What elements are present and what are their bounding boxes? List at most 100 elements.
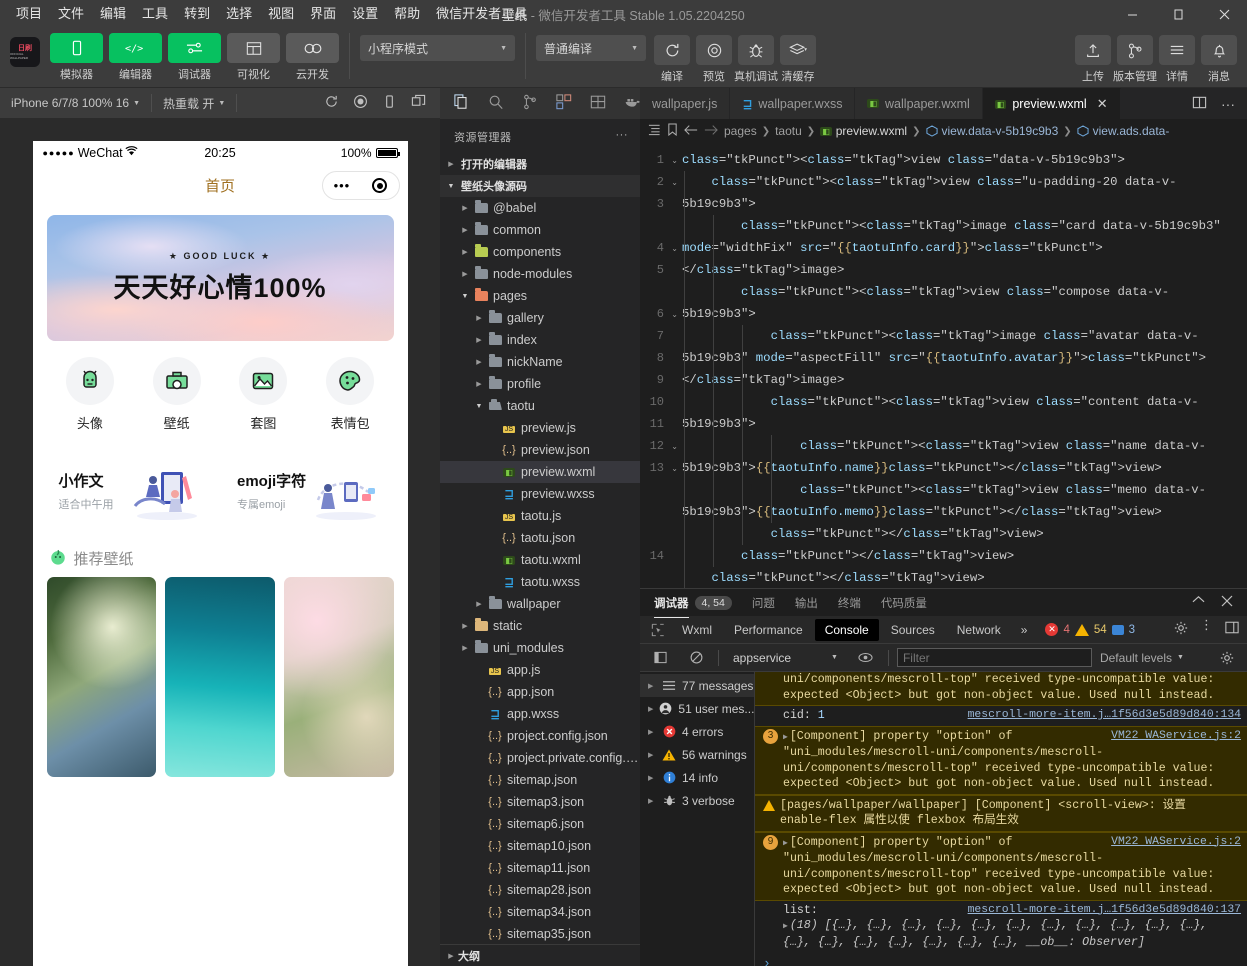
devtools-tab-Sources[interactable]: Sources <box>881 619 945 641</box>
console-filter-input[interactable] <box>897 648 1092 667</box>
menu-item-0[interactable]: 项目 <box>8 3 50 25</box>
tree-item-preview.wxss[interactable]: ⊒ preview.wxss <box>440 483 640 505</box>
breadcrumb-item-4[interactable]: view.ads.data- <box>1077 124 1170 138</box>
devtools-tab-Network[interactable]: Network <box>947 619 1011 641</box>
devtools-tab-Console[interactable]: Console <box>815 619 879 641</box>
wallpaper-thumb-2[interactable] <box>165 577 275 777</box>
debugger-tab-调试器[interactable]: 调试器 <box>654 595 689 611</box>
capsule-button[interactable]: ••• <box>322 171 400 200</box>
tree-item-index[interactable]: ▶ index <box>440 329 640 351</box>
inspect-element-icon[interactable] <box>644 623 672 637</box>
maximize-icon[interactable] <box>1155 0 1201 28</box>
tree-item-project.private.config.js...[interactable]: {..} project.private.config.js... <box>440 747 640 769</box>
sidebar-toggle-icon[interactable] <box>646 651 674 664</box>
message-group-4 errors[interactable]: ▶ 4 errors <box>640 720 754 743</box>
toolbar-button-可视化[interactable]: 可视化 <box>227 33 280 82</box>
wallpaper-thumb-3[interactable] <box>284 577 394 777</box>
files-icon[interactable] <box>454 94 470 113</box>
debugger-tab-代码质量[interactable]: 代码质量 <box>881 595 927 611</box>
forward-arrow-icon[interactable] <box>704 124 718 139</box>
tree-item-taotu.wxss[interactable]: ⊒ taotu.wxss <box>440 571 640 593</box>
breadcrumb-item-2[interactable]: ◧preview.wxml <box>820 124 907 138</box>
message-group-51 user mes...[interactable]: ▶ 51 user mes... <box>640 697 754 720</box>
console-entry-3[interactable]: [pages/wallpaper/wallpaper] [Component] … <box>755 795 1247 832</box>
message-group-56 warnings[interactable]: ▶ 56 warnings <box>640 743 754 766</box>
menu-item-9[interactable]: 帮助 <box>386 3 428 25</box>
dock-icon[interactable] <box>1225 621 1239 638</box>
console-source-link[interactable]: VM22 WAService.js:2 <box>1111 729 1241 745</box>
fold-chevron-icon[interactable]: ⌄ <box>669 156 678 165</box>
console-entry-5[interactable]: mescroll-more-item.j…1f56d3e5d89d840:137… <box>755 901 1247 953</box>
expand-arrow-icon[interactable]: ▶ <box>783 839 788 848</box>
quick-action-套图[interactable]: 套图 <box>232 357 294 432</box>
extensions-icon[interactable] <box>556 94 572 113</box>
tree-item-sitemap11.json[interactable]: {..} sitemap11.json <box>440 857 640 879</box>
toolbar-action-真机调试[interactable]: 真机调试 <box>738 33 774 84</box>
tree-item-preview.json[interactable]: {..} preview.json <box>440 439 640 461</box>
more-actions-icon[interactable]: ··· <box>1221 96 1235 112</box>
wallpaper-thumb-1[interactable] <box>47 577 157 777</box>
close-circle-icon[interactable] <box>372 178 387 193</box>
close-icon[interactable] <box>1201 0 1247 28</box>
editor-tab-wallpaper.js[interactable]: wallpaper.js <box>640 88 730 119</box>
editor-tab-wallpaper.wxss[interactable]: ⊒ wallpaper.wxss <box>730 88 855 119</box>
eye-icon[interactable] <box>852 652 880 663</box>
devtools-overflow[interactable]: » <box>1011 619 1038 641</box>
tree-item-sitemap28.json[interactable]: {..} sitemap28.json <box>440 879 640 901</box>
toolbar-action-版本管理[interactable]: 版本管理 <box>1117 33 1153 84</box>
gear-icon[interactable] <box>1174 621 1188 638</box>
code-editor[interactable]: 1 ⌄ 2 ⌄ 3 4 ⌄ 5 6 ⌄ 7 8 9 10 <box>640 143 1247 588</box>
toolbar-button-调试器[interactable]: 调试器 <box>168 33 221 82</box>
source-control-icon[interactable] <box>522 94 538 113</box>
tree-item-components[interactable]: ▶ components <box>440 241 640 263</box>
tree-item-common[interactable]: ▶ common <box>440 219 640 241</box>
quick-action-头像[interactable]: 头像 <box>59 357 121 432</box>
feature-card-1[interactable]: 小作文 适合中午用 <box>47 458 216 534</box>
quick-action-表情包[interactable]: 表情包 <box>319 357 381 432</box>
record-icon[interactable] <box>353 94 368 112</box>
bookmark-icon[interactable] <box>667 123 678 139</box>
tree-item-sitemap10.json[interactable]: {..} sitemap10.json <box>440 835 640 857</box>
editor-tab-wallpaper.wxml[interactable]: ◧ wallpaper.wxml <box>855 88 982 119</box>
console-entry-0[interactable]: uni/components/mescroll-top" received ty… <box>755 672 1247 706</box>
explorer-section-1[interactable]: ▼ 壁纸头像源码 <box>440 175 640 197</box>
tree-item-node-modules[interactable]: ▶ node-modules <box>440 263 640 285</box>
rotate-icon[interactable] <box>382 94 397 112</box>
console-entry-1[interactable]: mescroll-more-item.j…1f56d3e5d89d840:134… <box>755 706 1247 726</box>
toolbar-action-编译[interactable]: 编译 <box>654 33 690 84</box>
tree-item-app.json[interactable]: {..} app.json <box>440 681 640 703</box>
feature-card-2[interactable]: emoji字符 专属emoji <box>225 458 394 534</box>
menu-item-4[interactable]: 转到 <box>176 3 218 25</box>
tree-item-taotu.wxml[interactable]: ◧ taotu.wxml <box>440 549 640 571</box>
fold-chevron-icon[interactable]: ⌄ <box>669 464 678 473</box>
menu-item-5[interactable]: 选择 <box>218 3 260 25</box>
toolbar-action-消息[interactable]: 消息 <box>1201 33 1237 84</box>
toolbar-button-云开发[interactable]: 云开发 <box>286 33 339 82</box>
explorer-more-icon[interactable]: ··· <box>616 129 629 145</box>
menu-item-7[interactable]: 界面 <box>302 3 344 25</box>
breadcrumb-item-1[interactable]: taotu <box>775 124 802 138</box>
quick-action-壁纸[interactable]: 壁纸 <box>146 357 208 432</box>
split-editor-icon[interactable] <box>1192 95 1207 113</box>
tree-item-sitemap6.json[interactable]: {..} sitemap6.json <box>440 813 640 835</box>
tree-item-@babel[interactable]: ▶ @babel <box>440 197 640 219</box>
debugger-tab-输出[interactable]: 输出 <box>795 595 818 611</box>
outline-section[interactable]: ▶ 大纲 <box>440 944 640 966</box>
tree-item-profile[interactable]: ▶ profile <box>440 373 640 395</box>
close-icon[interactable] <box>1221 595 1233 610</box>
console-source-link[interactable]: mescroll-more-item.j…1f56d3e5d89d840:134 <box>968 708 1241 724</box>
debugger-tab-问题[interactable]: 问题 <box>752 595 775 611</box>
console-object-value[interactable]: ▶(18) [{…}, {…}, {…}, {…}, {…}, {…}, {…}… <box>783 918 1241 950</box>
fold-chevron-icon[interactable]: ⌄ <box>669 442 678 451</box>
tree-item-gallery[interactable]: ▶ gallery <box>440 307 640 329</box>
tree-item-wallpaper[interactable]: ▶ wallpaper <box>440 593 640 615</box>
tree-item-taotu[interactable]: ▼ taotu <box>440 395 640 417</box>
expand-arrow-icon[interactable]: ▶ <box>783 922 788 931</box>
hot-reload-select[interactable]: 热重载 开 ▼ <box>152 88 236 119</box>
fold-chevron-icon[interactable]: ⌄ <box>669 178 678 187</box>
compile-select[interactable]: 普通编译 ▼ <box>536 35 646 61</box>
tree-item-sitemap34.json[interactable]: {..} sitemap34.json <box>440 901 640 923</box>
kebab-menu-icon[interactable]: ⋮ <box>1200 621 1213 638</box>
tree-item-static[interactable]: ▶ static <box>440 615 640 637</box>
debugger-tab-终端[interactable]: 终端 <box>838 595 861 611</box>
